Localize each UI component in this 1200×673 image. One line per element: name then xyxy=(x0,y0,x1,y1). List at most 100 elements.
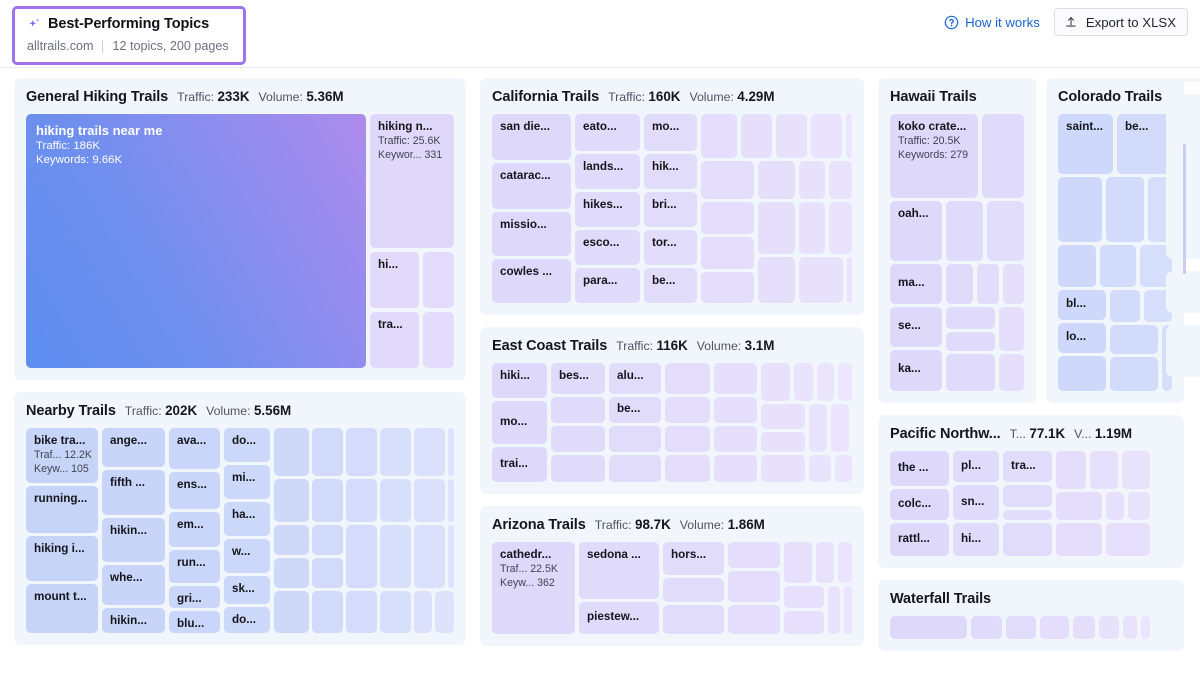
treemap-tile[interactable]: hi... xyxy=(953,523,999,556)
treemap-tile[interactable] xyxy=(701,202,754,234)
treemap-tile[interactable]: mo... xyxy=(644,114,697,151)
treemap-tile[interactable]: san die... xyxy=(492,114,571,160)
treemap-tile[interactable] xyxy=(946,332,995,351)
treemap-tile[interactable]: sk... xyxy=(224,576,270,604)
treemap-tile[interactable] xyxy=(838,542,852,583)
treemap-tile[interactable] xyxy=(1099,616,1119,639)
treemap-tile[interactable] xyxy=(274,428,309,476)
treemap-tile[interactable]: cowles ... xyxy=(492,259,571,303)
treemap-tile[interactable]: missio... xyxy=(492,212,571,256)
treemap-tile[interactable] xyxy=(1110,325,1158,354)
treemap-tile[interactable] xyxy=(435,591,454,633)
treemap-tile[interactable] xyxy=(414,525,445,588)
treemap-tile[interactable]: alu... xyxy=(609,363,661,394)
treemap-tile[interactable] xyxy=(414,479,445,522)
treemap-tile[interactable]: ange... xyxy=(102,428,165,467)
treemap-tile[interactable] xyxy=(380,428,411,476)
treemap-tile[interactable] xyxy=(701,237,754,269)
treemap-tile[interactable] xyxy=(665,397,710,423)
treemap-tile[interactable]: ava... xyxy=(169,428,220,469)
treemap-tile[interactable] xyxy=(728,605,780,634)
treemap-tile[interactable] xyxy=(761,432,805,452)
treemap-tile[interactable]: running... xyxy=(26,486,98,533)
treemap-tile[interactable] xyxy=(551,426,605,452)
treemap-tile[interactable]: eato... xyxy=(575,114,640,151)
treemap-tile[interactable]: cathedr... Traf... 22.5K Keyw... 362 xyxy=(492,542,575,634)
treemap-tile[interactable]: trai... xyxy=(492,447,547,482)
treemap-tile[interactable]: catarac... xyxy=(492,163,571,209)
treemap-tile[interactable] xyxy=(1040,616,1069,639)
treemap-tile[interactable] xyxy=(701,114,737,158)
treemap-tile[interactable] xyxy=(1106,177,1144,242)
treemap-tile[interactable] xyxy=(846,114,852,158)
treemap-tile[interactable] xyxy=(1003,264,1024,304)
treemap-tile[interactable] xyxy=(728,571,780,602)
overflow-panel[interactable] xyxy=(1166,94,1200,274)
treemap-tile[interactable]: w... xyxy=(224,539,270,573)
treemap-tile[interactable] xyxy=(448,428,454,476)
topic-group-california-trails[interactable]: California Trails Traffic: 160K Volume: … xyxy=(480,78,864,315)
treemap-tile[interactable]: tra... xyxy=(1003,451,1052,482)
treemap-tile[interactable]: mi... xyxy=(224,465,270,499)
treemap-tile[interactable] xyxy=(741,114,772,158)
treemap-tile[interactable] xyxy=(551,397,605,423)
treemap-tile[interactable] xyxy=(663,578,724,602)
treemap-tile[interactable] xyxy=(1003,485,1052,507)
treemap-tile[interactable] xyxy=(784,586,824,608)
treemap-tile[interactable] xyxy=(714,455,757,482)
overflow-panel[interactable] xyxy=(1166,271,1200,313)
treemap-tile[interactable]: hikin... xyxy=(102,518,165,562)
treemap-tile[interactable] xyxy=(1058,177,1102,242)
treemap-tile[interactable] xyxy=(999,354,1024,391)
treemap-tile[interactable] xyxy=(890,616,967,639)
treemap-tile[interactable]: para... xyxy=(575,268,640,303)
treemap-tile[interactable] xyxy=(728,542,780,568)
treemap-tile[interactable]: bes... xyxy=(551,363,605,394)
treemap-tile[interactable]: bri... xyxy=(644,192,697,227)
treemap-tile[interactable] xyxy=(1056,523,1102,556)
treemap-tile[interactable] xyxy=(799,257,843,303)
treemap-tile[interactable] xyxy=(380,591,411,633)
treemap-tile[interactable]: sn... xyxy=(953,485,999,520)
treemap-tile[interactable] xyxy=(346,591,377,633)
treemap-tile[interactable]: hikes... xyxy=(575,192,640,227)
treemap-tile[interactable] xyxy=(794,363,813,401)
treemap-tile[interactable] xyxy=(1003,510,1052,520)
treemap-tile[interactable] xyxy=(999,307,1024,351)
treemap-tile[interactable]: be... xyxy=(644,268,697,303)
treemap-tile[interactable] xyxy=(1058,356,1106,391)
treemap-tile[interactable] xyxy=(761,455,805,482)
treemap-tile[interactable]: the ... xyxy=(890,451,949,486)
treemap-tile[interactable]: mo... xyxy=(492,401,547,444)
treemap-tile[interactable] xyxy=(663,605,724,634)
treemap-tile[interactable] xyxy=(816,542,834,583)
treemap-tile[interactable]: saint... xyxy=(1058,114,1113,174)
treemap-tile[interactable]: esco... xyxy=(575,230,640,265)
treemap-tile[interactable] xyxy=(312,428,343,476)
treemap-tile[interactable]: sedona ... xyxy=(579,542,659,599)
treemap-tile[interactable] xyxy=(1056,492,1102,520)
treemap-tile[interactable] xyxy=(714,363,757,394)
topic-group-pacific-northwest[interactable]: Pacific Northw... T... 77.1K V... 1.19M … xyxy=(878,415,1184,568)
topic-group-east-coast-trails[interactable]: East Coast Trails Traffic: 116K Volume: … xyxy=(480,327,864,494)
treemap-tile[interactable]: colc... xyxy=(890,489,949,520)
treemap-tile[interactable]: em... xyxy=(169,512,220,547)
treemap-tile[interactable] xyxy=(346,479,377,522)
treemap-tile[interactable] xyxy=(784,542,812,583)
treemap-tile[interactable]: run... xyxy=(169,550,220,583)
treemap-tile[interactable]: piestew... xyxy=(579,602,659,634)
topic-group-general-hiking-trails[interactable]: General Hiking Trails Traffic: 233K Volu… xyxy=(14,78,466,380)
treemap-tile[interactable]: hiking trails near me Traffic: 186K Keyw… xyxy=(26,114,366,368)
treemap-tile[interactable] xyxy=(551,455,605,482)
treemap-tile[interactable] xyxy=(1128,492,1150,520)
best-performing-topics-card[interactable]: Best-Performing Topics alltrails.com 12 … xyxy=(12,6,246,65)
treemap-tile[interactable]: tra... xyxy=(370,312,419,368)
treemap-tile[interactable]: hik... xyxy=(644,154,697,189)
treemap-tile[interactable] xyxy=(1110,290,1140,322)
treemap-tile[interactable] xyxy=(448,479,454,522)
treemap-tile[interactable] xyxy=(414,428,445,476)
treemap-tile[interactable] xyxy=(838,363,852,401)
treemap-tile[interactable] xyxy=(847,257,852,303)
treemap-tile[interactable] xyxy=(987,201,1024,261)
treemap-tile[interactable] xyxy=(1123,616,1137,639)
